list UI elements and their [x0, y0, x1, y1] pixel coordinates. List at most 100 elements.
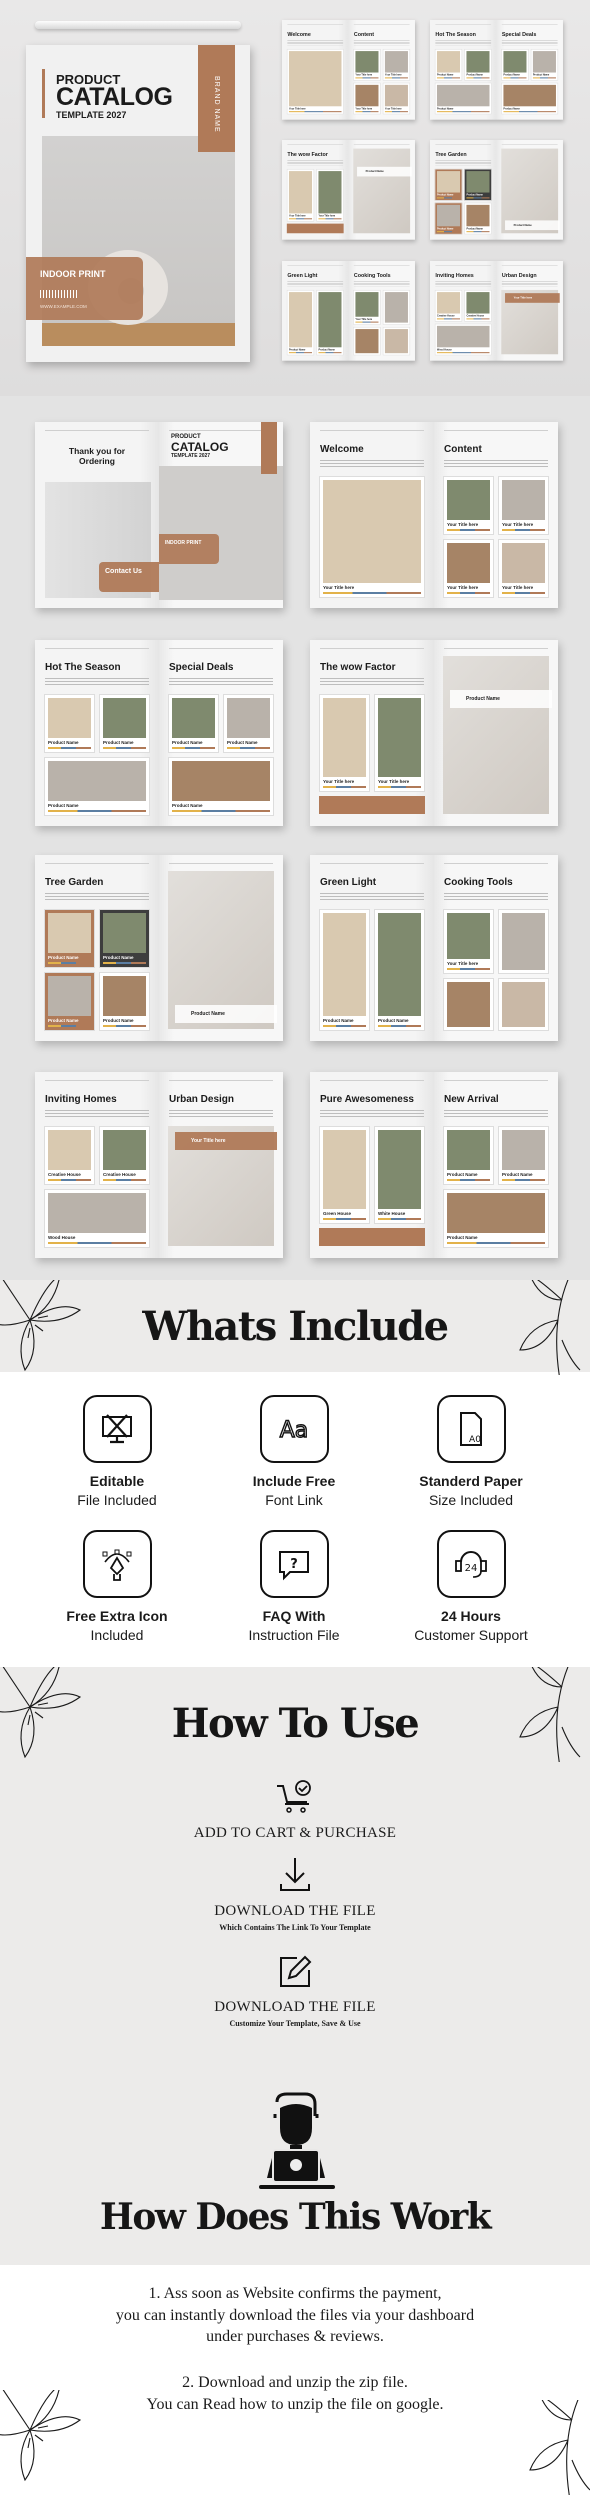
color-swatch-bar — [466, 77, 490, 79]
color-swatch-bar — [288, 218, 313, 220]
product-card: Product Name — [99, 694, 150, 753]
page-header-line — [320, 863, 424, 864]
product-label: Product Name — [447, 1172, 478, 1177]
color-swatch-bar — [503, 77, 527, 79]
product-image — [103, 913, 146, 953]
page-title: Green Light — [287, 272, 318, 279]
product-card: Product Name — [464, 202, 492, 235]
page-title: New Arrival — [444, 1094, 499, 1105]
catalog-page: Special Deals Product Name Product Name Pro… — [159, 640, 283, 826]
product-label: Product Name — [172, 803, 203, 808]
page-title: Tree Garden — [435, 151, 467, 158]
page-brand-tab — [261, 422, 277, 474]
catalog-spread: The wow Factor Your Title here Your Title … — [310, 640, 558, 826]
product-image — [288, 171, 313, 214]
color-swatch-bar — [48, 1242, 146, 1244]
product-image — [447, 480, 490, 520]
product-label: Your Title here — [288, 107, 306, 111]
product-card: Your Title here — [382, 82, 411, 115]
product-card — [498, 977, 549, 1031]
catalog-spread: Thank you for Ordering Contact Us PRODUCT C… — [35, 422, 283, 608]
color-swatch-bar — [466, 318, 490, 320]
color-swatch-bar — [502, 1179, 545, 1181]
product-image — [502, 1130, 545, 1170]
step-title: DOWNLOAD THE FILE — [214, 1999, 376, 2015]
page-header-line — [435, 24, 492, 25]
product-image — [318, 171, 342, 214]
product-image — [48, 698, 91, 738]
catalog-page: Tree Garden Product Name Product Name Produ… — [35, 855, 159, 1041]
catalog-page: Hot The Season Product Name Product Name Pr… — [430, 20, 497, 120]
product-label: Product Name — [447, 1235, 478, 1240]
mini-cover-band: INDOOR PRINT — [159, 534, 219, 564]
product-card — [443, 977, 494, 1031]
text-band — [319, 1228, 425, 1246]
product-label: Product Name — [378, 1018, 409, 1023]
product-card: Your Title here — [286, 168, 315, 222]
page-title: Urban Design — [501, 272, 537, 279]
product-image — [227, 698, 270, 738]
product-card: Product Name — [443, 1189, 549, 1248]
color-swatch-bar — [48, 1179, 91, 1181]
product-card: Product Name — [498, 1126, 549, 1185]
page-header-line — [45, 648, 149, 649]
product-label: Green House — [323, 1211, 352, 1216]
how-does-title: How Does This Work — [99, 2196, 492, 2238]
product-card: Creative House — [44, 1126, 95, 1185]
page-title: Inviting Homes — [435, 272, 474, 279]
product-card: Product Name — [44, 757, 150, 816]
color-swatch-bar — [227, 747, 270, 749]
feature-item: Editable File Included — [32, 1395, 202, 1508]
product-image — [436, 292, 461, 314]
product-label: Product Name — [48, 740, 79, 745]
page-title: Pure Awesomeness — [320, 1094, 414, 1105]
mini-cover-line2: CATALOG — [171, 440, 229, 454]
product-card: Product Name — [501, 48, 529, 81]
product-label: Wood House — [436, 348, 452, 352]
catalog-page: The wow Factor Your Title here Your Title … — [310, 640, 434, 826]
page-title: Special Deals — [501, 31, 537, 38]
step-subtitle: Which Contains The Link To Your Template — [219, 1923, 371, 1932]
card-grid: Product Name Product Name — [319, 909, 425, 1031]
catalog-page: Welcome Your Title here — [282, 20, 349, 120]
page-header-line — [501, 144, 558, 145]
product-label: Product Name — [436, 73, 454, 77]
product-label: Product Name — [103, 740, 134, 745]
feature-item: Aa Include Free Font Link — [209, 1395, 379, 1508]
product-label: Product Name — [466, 73, 483, 77]
feature-item: 24 24 Hours Customer Support — [386, 1530, 556, 1643]
page-header-line — [45, 1080, 149, 1081]
step-item: ADD TO CART & PURCHASE — [0, 1778, 590, 1842]
product-image — [378, 913, 421, 1016]
text-block — [444, 460, 548, 469]
product-image — [384, 84, 408, 107]
step-item: DOWNLOAD THE FILE Customize Your Template… — [0, 1952, 590, 2028]
color-swatch-bar — [384, 77, 408, 79]
product-label: Creative House — [48, 1172, 81, 1177]
product-card — [382, 326, 411, 356]
color-swatch-bar — [502, 592, 545, 594]
product-image — [436, 51, 461, 73]
feature-subtitle: Included — [90, 1627, 144, 1643]
product-image — [384, 292, 408, 323]
page-photo — [353, 148, 411, 234]
color-swatch-bar — [384, 111, 408, 113]
catalog-page: Product Name — [159, 855, 283, 1041]
pen-tool-icon — [82, 1530, 152, 1598]
text-block — [320, 1110, 424, 1119]
product-card: Your Title here — [316, 168, 344, 222]
product-image — [172, 761, 270, 801]
page-header-line — [287, 24, 344, 25]
product-image — [466, 204, 490, 227]
product-label: Product Name — [466, 227, 483, 231]
text-block — [435, 281, 492, 287]
product-image — [447, 543, 490, 583]
color-swatch-bar — [378, 1218, 421, 1220]
color-swatch-bar — [447, 529, 490, 531]
color-swatch-bar — [288, 111, 342, 113]
mini-cover-line3: TEMPLATE 2027 — [171, 453, 211, 459]
product-card: Product Name — [99, 972, 150, 1031]
color-swatch-bar — [466, 231, 490, 233]
catalog-spread: Green Light Product Name Product Name Cooki… — [282, 261, 415, 361]
catalog-spread: Welcome Your Title here Content Your Title … — [310, 422, 558, 608]
